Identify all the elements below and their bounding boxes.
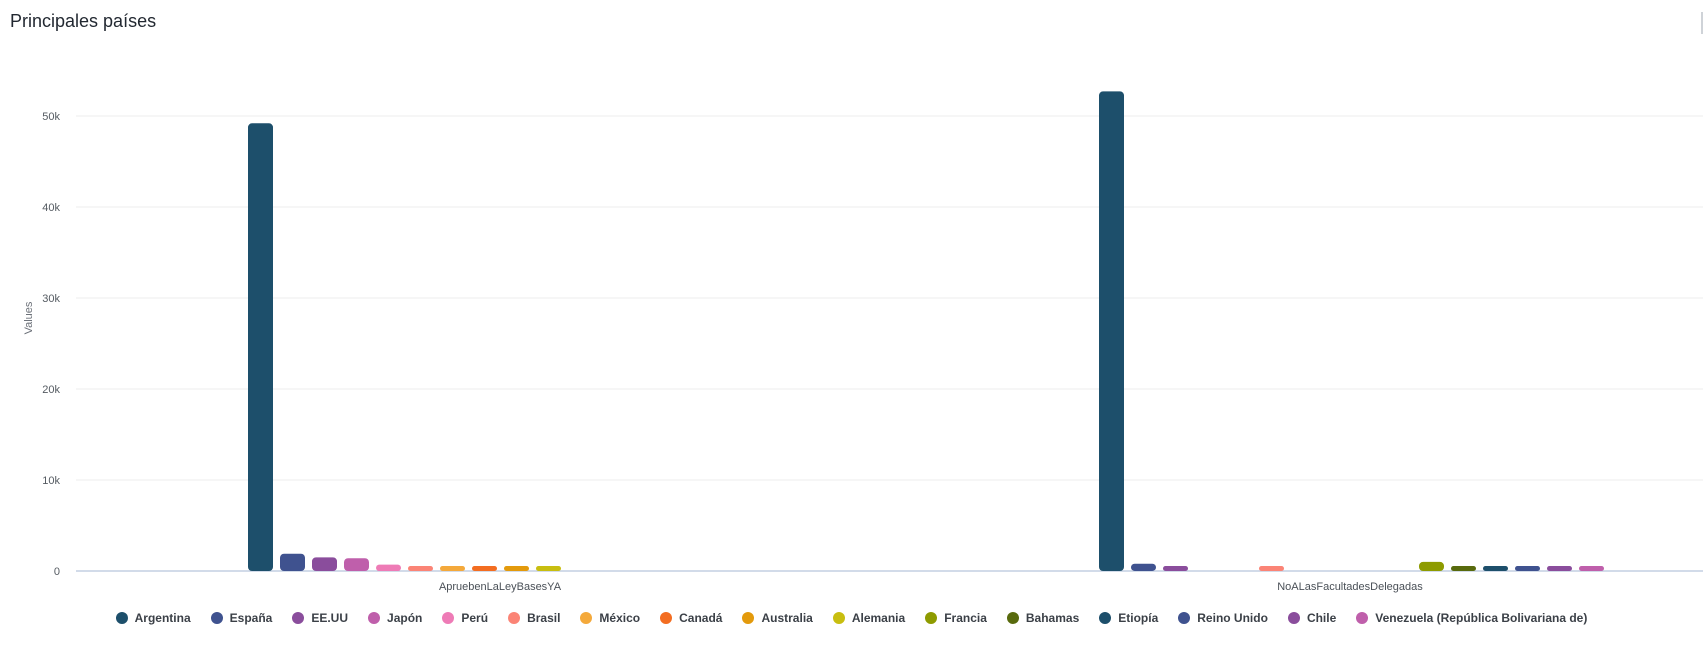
legend-dot-icon (742, 612, 755, 624)
legend-dot-icon (115, 612, 128, 624)
bar-brasil-1[interactable] (1259, 566, 1284, 571)
legend-label: México (599, 611, 641, 625)
bar-reino-unido-1[interactable] (1515, 566, 1540, 571)
legend-label: Canadá (679, 611, 723, 625)
legend-item[interactable]: Japón (368, 611, 422, 625)
bar-bahamas-1[interactable] (1451, 566, 1476, 571)
bar-canad--0[interactable] (472, 566, 497, 571)
y-tick-label: 50k (42, 111, 60, 123)
legend-dot-icon (832, 612, 845, 624)
legend-item[interactable]: Bahamas (1006, 611, 1080, 625)
legend-dot-icon (1287, 612, 1300, 624)
legend-dot-icon (508, 612, 521, 624)
legend-dot-icon (292, 612, 305, 624)
legend-item[interactable]: Australia (742, 611, 813, 625)
legend-item[interactable]: Argentina (115, 611, 191, 625)
legend-dot-icon (1356, 612, 1369, 624)
y-axis-ticks: 0 10k 20k 30k 40k 50k (42, 111, 60, 578)
legend-label: Reino Unido (1197, 611, 1268, 625)
bar-ee-uu-1[interactable] (1163, 566, 1188, 571)
legend-item[interactable]: Canadá (660, 611, 722, 625)
legend-label: Perú (461, 611, 489, 625)
legend-item[interactable]: Brasil (508, 611, 560, 625)
bar-venezuela-rep-blica-bolivariana-de--1[interactable] (1579, 566, 1604, 571)
legend-dot-icon (580, 612, 593, 624)
legend-dot-icon (442, 612, 455, 624)
bar-per--0[interactable] (376, 564, 401, 571)
legend-label: Etiopía (1118, 611, 1159, 625)
y-tick-label: 40k (42, 202, 60, 214)
bar-espa-a-0[interactable] (280, 553, 305, 571)
x-category-label: NoALasFacultadesDelegadas (1277, 581, 1423, 593)
legend-dot-icon (368, 612, 381, 624)
bar-jap-n-0[interactable] (344, 558, 369, 571)
legend-label: Francia (944, 611, 987, 625)
bar-espa-a-1[interactable] (1131, 563, 1156, 571)
y-axis-title: Values (23, 301, 35, 334)
legend-item[interactable]: Reino Unido (1178, 611, 1268, 625)
x-category-label: ApruebenLaLeyBasesYA (439, 581, 562, 593)
legend-label: EE.UU (311, 611, 349, 625)
legend-label: Venezuela (República Bolivariana de) (1375, 611, 1588, 625)
legend-item[interactable]: EE.UU (292, 611, 348, 625)
y-tick-label: 10k (42, 475, 60, 487)
bar-argentina-0[interactable] (248, 123, 273, 571)
legend-item[interactable]: Chile (1287, 611, 1337, 625)
legend-dot-icon (1099, 612, 1112, 624)
bar-francia-1[interactable] (1419, 561, 1444, 571)
bar-m-xico-0[interactable] (440, 566, 465, 571)
legend-label: Brasil (527, 611, 561, 625)
legend-dot-icon (1178, 612, 1191, 624)
bar-etiop-a-1[interactable] (1483, 566, 1508, 571)
legend-label: Australia (761, 611, 813, 625)
legend-label: Bahamas (1025, 611, 1080, 625)
legend-item[interactable]: España (210, 611, 273, 625)
legend-dot-icon (660, 612, 673, 624)
bar-chile-1[interactable] (1547, 566, 1572, 571)
legend-item[interactable]: Etiopía (1099, 611, 1158, 625)
bar-alemania-0[interactable] (536, 566, 561, 571)
legend-dot-icon (210, 612, 223, 624)
bar-argentina-1[interactable] (1099, 91, 1124, 572)
bar-chart: 0 10k 20k 30k 40k 50k Values ApruebenLaLeyBas… (23, 91, 1703, 593)
gridlines (76, 115, 1703, 572)
bar-brasil-0[interactable] (408, 566, 433, 571)
legend-label: Argentina (134, 611, 191, 625)
bars (248, 91, 1604, 572)
legend-dot-icon (1006, 612, 1019, 624)
legend: Argentina España EE.UU Japón Perú Brasil Méxic… (0, 607, 1703, 629)
y-tick-label: 0 (54, 566, 60, 578)
bar-ee-uu-0[interactable] (312, 557, 337, 571)
legend-label: Alemania (851, 611, 906, 625)
legend-item[interactable]: Perú (442, 611, 488, 625)
bar-australia-0[interactable] (504, 566, 529, 571)
legend-label: Japón (387, 611, 423, 625)
x-axis-categories: ApruebenLaLeyBasesYA NoALasFacultadesDele… (439, 581, 1423, 593)
legend-dot-icon (925, 612, 938, 624)
legend-label: Chile (1306, 611, 1337, 625)
y-tick-label: 20k (42, 384, 60, 396)
y-tick-label: 30k (42, 293, 60, 305)
legend-item[interactable]: México (580, 611, 640, 625)
legend-item[interactable]: Venezuela (República Bolivariana de) (1356, 611, 1587, 625)
legend-item[interactable]: Alemania (832, 611, 906, 625)
legend-label: España (229, 611, 273, 625)
legend-item[interactable]: Francia (925, 611, 987, 625)
